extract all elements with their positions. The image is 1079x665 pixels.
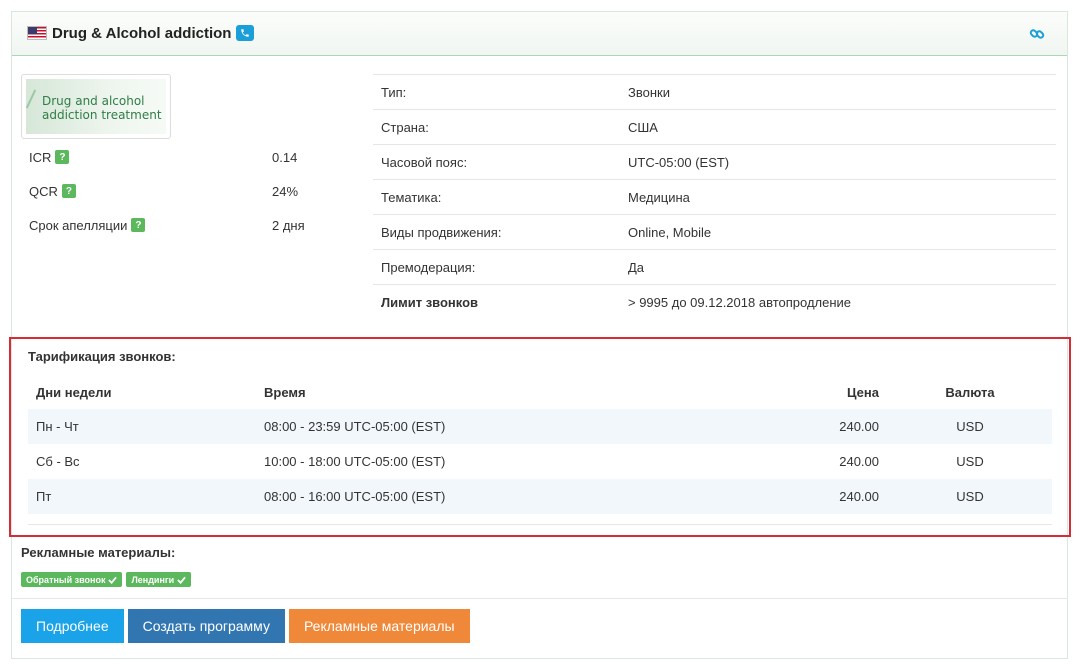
info-row-premoderation: Премодерация: Да [373, 249, 1056, 284]
info-label: Тип: [381, 85, 407, 100]
cell-days: Сб - Вс [36, 454, 80, 469]
table-row: Пн - Чт 08:00 - 23:59 UTC-05:00 (EST) 24… [28, 409, 1052, 444]
info-row-country: Страна: США [373, 109, 1056, 144]
cell-price: 240.00 [839, 489, 879, 504]
metric-value: 24% [272, 184, 299, 199]
info-value: США [628, 120, 658, 135]
help-icon[interactable]: ? [131, 218, 146, 232]
cell-time: 08:00 - 23:59 UTC-05:00 (EST) [264, 419, 446, 434]
cell-currency: USD [956, 489, 984, 504]
metric-appeal-period: Срок апелляции ? [29, 216, 146, 234]
info-row-call-limit: Лимит звонков > 9995 до 09.12.2018 автоп… [373, 284, 1056, 319]
metric-label: QCR [29, 183, 58, 199]
tag-landings[interactable]: Лендинги [126, 572, 192, 587]
title-wrap: Drug & Alcohol addiction [27, 24, 255, 42]
logo-text-line2: addiction treatment [42, 108, 162, 122]
tag-label: Обратный звонок [26, 574, 106, 585]
promo-materials-button[interactable]: Рекламные материалы [288, 609, 470, 643]
help-icon[interactable]: ? [61, 184, 76, 198]
info-value: Да [628, 260, 645, 275]
info-value: Медицина [628, 190, 690, 205]
tariff-table-header: Дни недели Время Цена Валюта [28, 375, 1052, 409]
footer-divider [12, 598, 1067, 599]
info-value: > 9995 до 09.12.2018 автопродление [628, 295, 852, 310]
metric-qcr: QCR ? [29, 182, 76, 200]
cell-price: 240.00 [839, 454, 879, 469]
call-tariff-section: Тарификация звонков: Дни недели Время Це… [9, 337, 1071, 537]
offer-title: Drug & Alcohol addiction [52, 24, 232, 42]
logo-text-line1: Drug and alcohol [42, 94, 145, 108]
cell-price: 240.00 [839, 419, 879, 434]
column-header-days: Дни недели [36, 385, 112, 400]
column-header-currency: Валюта [945, 385, 995, 400]
offer-logo: Drug and alcohol addiction treatment [21, 74, 171, 139]
link-icon[interactable] [1029, 26, 1045, 42]
metric-value: 2 дня [272, 218, 305, 233]
cell-currency: USD [956, 454, 984, 469]
cell-time: 10:00 - 18:00 UTC-05:00 (EST) [264, 454, 446, 469]
info-row-promotion-types: Виды продвижения: Online, Mobile [373, 214, 1056, 249]
offer-info-table: Тип: Звонки Страна: США Часовой пояс: UT… [373, 74, 1056, 319]
metric-label: ICR [29, 149, 52, 165]
info-value: Звонки [628, 85, 670, 100]
table-row: Сб - Вс 10:00 - 18:00 UTC-05:00 (EST) 24… [28, 444, 1052, 479]
cell-days: Пн - Чт [36, 419, 79, 434]
info-row-type: Тип: Звонки [373, 74, 1056, 109]
metric-value: 0.14 [272, 150, 298, 165]
check-icon [177, 576, 186, 584]
help-icon[interactable]: ? [55, 150, 70, 164]
card-header: Drug & Alcohol addiction [12, 12, 1067, 56]
us-flag-icon [27, 26, 47, 40]
cell-time: 08:00 - 16:00 UTC-05:00 (EST) [264, 489, 446, 504]
info-value: UTC-05:00 (EST) [628, 155, 730, 170]
promo-materials-title: Рекламные материалы: [21, 545, 176, 560]
promo-tags: Обратный звонок Лендинги [21, 572, 192, 587]
info-label: Премодерация: [381, 260, 476, 275]
info-row-topic: Тематика: Медицина [373, 179, 1056, 214]
tariff-title: Тарификация звонков: [28, 349, 176, 364]
table-row: Пт 08:00 - 16:00 UTC-05:00 (EST) 240.00 … [28, 479, 1052, 514]
cell-currency: USD [956, 419, 984, 434]
create-program-button[interactable]: Создать программу [127, 609, 285, 643]
column-header-price: Цена [847, 385, 879, 400]
metric-label: Срок апелляции [29, 217, 128, 233]
metric-icr: ICR ? [29, 148, 70, 166]
cell-days: Пт [36, 489, 52, 504]
tag-label: Лендинги [131, 574, 175, 585]
info-label: Виды продвижения: [381, 225, 502, 240]
info-value: Online, Mobile [628, 225, 712, 240]
phone-icon [236, 25, 255, 41]
check-icon [108, 576, 118, 584]
column-header-time: Время [264, 385, 306, 400]
info-label: Лимит звонков [381, 295, 479, 310]
action-buttons: Подробнее Создать программу Рекламные ма… [21, 609, 470, 643]
info-label: Тематика: [381, 190, 442, 205]
details-button[interactable]: Подробнее [21, 609, 124, 643]
info-row-timezone: Часовой пояс: UTC-05:00 (EST) [373, 144, 1056, 179]
tag-callback[interactable]: Обратный звонок [21, 572, 123, 587]
table-bottom-border [28, 524, 1052, 525]
info-label: Страна: [381, 120, 429, 135]
info-label: Часовой пояс: [381, 155, 468, 170]
